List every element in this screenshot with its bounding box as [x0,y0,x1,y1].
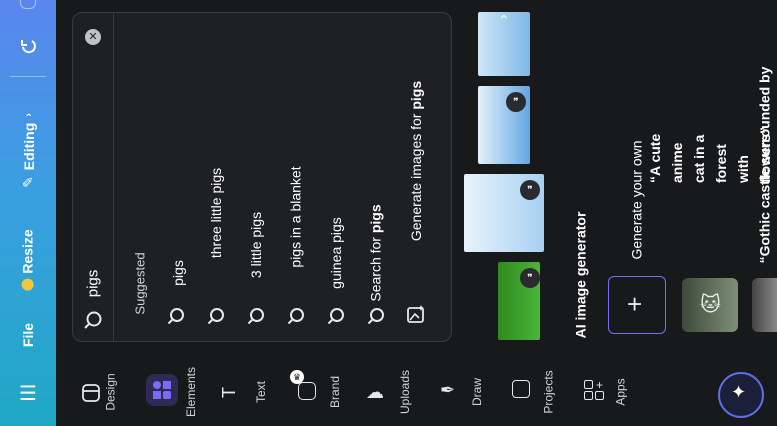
search-icon [167,308,184,325]
ai-badge-icon: ❞ [506,92,526,112]
nav-elements-label: Elements [184,366,198,418]
menu-button[interactable]: ☰ [8,378,48,408]
editing-mode-button[interactable]: ✎ Editing › [0,95,56,205]
ai-badge-icon: ❞ [520,180,540,200]
example-image-cat[interactable]: 🐱 [682,278,738,332]
folder-icon [512,380,530,398]
search-icon [247,308,264,325]
search-icon [367,308,384,325]
nav-projects-label: Projects [542,370,557,414]
image-thumbnail[interactable]: ❞ [478,86,530,164]
nav-brand[interactable]: ♛ [290,370,318,402]
nav-apps-label: Apps [613,378,628,406]
nav-text-label: Text [253,380,268,404]
example-prompt-2[interactable]: “Gothic castle surrounded by [752,60,777,270]
redo-icon[interactable] [20,0,36,9]
resize-label: Resize [20,229,37,274]
ai-generator-heading: AI image generator [572,211,589,339]
generate-own-button[interactable]: + [608,276,666,334]
search-suggestions-panel: pigs ✕ Suggested pigs three little pigs … [72,12,452,342]
pen-icon: ✒ [440,380,456,400]
nav-apps[interactable]: + [584,379,604,400]
example-prompt-1[interactable]: “A cute anime cat in a forest with flowe… [647,40,773,270]
suggestion-item[interactable]: three little pigs [201,13,231,333]
image-sparkle-icon [407,305,424,323]
undo-icon [21,40,36,54]
chevron-icon: ⌃ [498,12,510,28]
nav-design-label: Design [104,373,119,411]
nav-brand-label: Brand [328,375,342,409]
suggestion-item[interactable]: pigs in a blanket [281,13,311,333]
sparkle-icon: ✦ [731,382,747,402]
undo-button[interactable] [8,32,48,62]
suggestion-item[interactable]: pigs [161,133,191,333]
file-menu-button[interactable]: File [8,320,48,350]
image-thumbnail[interactable]: ❞ [464,174,544,252]
chevron-down-icon: › [22,112,34,117]
magic-assistant-button[interactable]: ✦ [718,372,764,418]
example-image-castle[interactable] [752,278,777,332]
text-icon: T [219,387,239,398]
search-icon [207,308,224,325]
nav-text[interactable]: T [219,382,239,403]
search-value: pigs [84,269,102,297]
search-input[interactable]: pigs ✕ [73,13,114,341]
crown-icon [22,278,35,291]
plus-icon: + [627,289,643,319]
ai-badge-icon: ❞ [520,268,540,288]
nav-draw[interactable]: ✒ [440,380,455,401]
cloud-upload-icon: ☁ [366,382,384,402]
shapes-icon [153,381,171,399]
nav-draw-label: Draw [469,377,484,407]
editing-label: Editing [20,122,36,170]
suggestion-item[interactable]: 3 little pigs [241,13,271,333]
side-nav: Design Elements T Text ♛ Brand ☁ Uploads… [56,352,720,426]
resize-button[interactable]: Resize [0,229,56,291]
top-toolbar: ☰ File Resize ✎ Editing › [0,0,56,426]
pencil-icon: ✎ [19,175,36,188]
close-icon: ✕ [88,31,98,43]
brand-icon [298,382,316,400]
nav-uploads[interactable]: ☁ [366,382,384,403]
search-icon [82,309,104,336]
suggested-heading: Suggested [132,251,148,315]
nav-elements[interactable] [146,374,178,406]
divider [10,76,46,77]
search-icon [287,308,304,325]
clear-search-button[interactable]: ✕ [85,29,101,45]
search-for-item[interactable]: Search for pigs [361,13,391,333]
nav-projects[interactable] [512,380,530,403]
image-thumbnail[interactable]: ⌃ [478,12,530,76]
crown-icon: ♛ [290,370,304,384]
image-thumbnail[interactable]: ❞ [498,262,540,340]
nav-uploads-label: Uploads [398,369,412,415]
generate-images-item[interactable]: Generate images for pigs [401,13,431,333]
suggestion-item[interactable]: guinea pigs [321,13,351,333]
hamburger-icon: ☰ [19,382,37,405]
search-icon [327,308,344,325]
